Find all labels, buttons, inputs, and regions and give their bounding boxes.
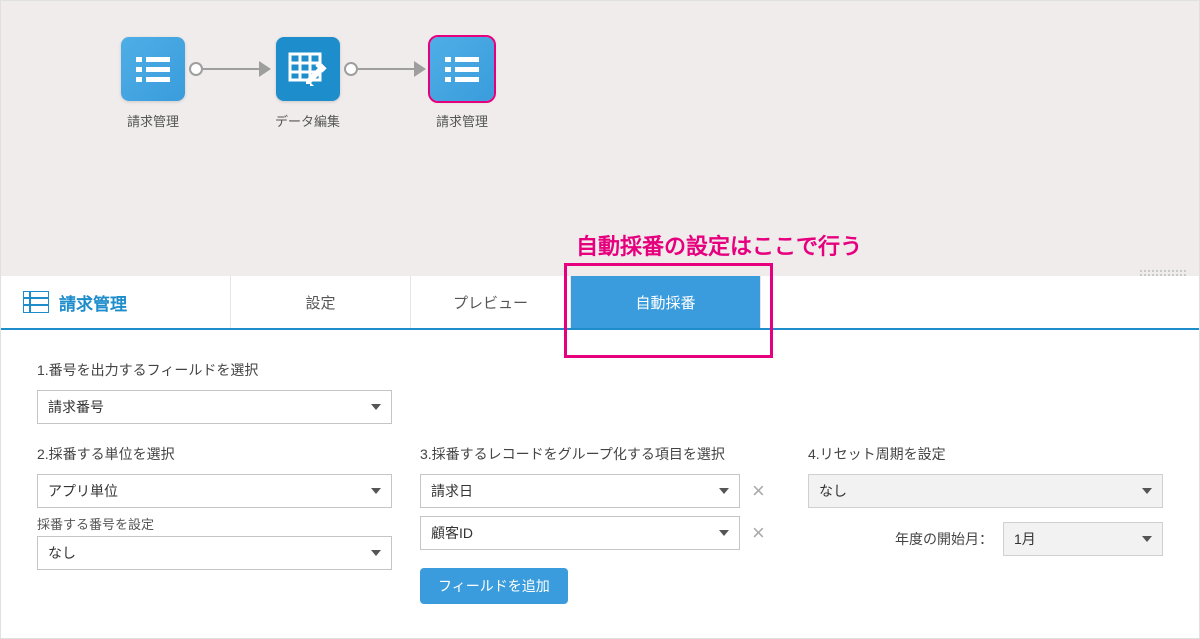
chevron-down-icon [371,550,381,556]
chevron-down-icon [719,488,729,494]
fiscal-year-start-select[interactable]: 1月 [1003,522,1163,556]
remove-field-button[interactable]: × [752,522,765,544]
flow-node-edit[interactable]: データ編集 [275,37,340,130]
flow-node-label: 請求管理 [127,111,179,130]
step4-label: 4.リセット周期を設定 [808,444,1163,464]
annotation-text: 自動採番の設定はここで行う [576,229,862,261]
output-field-select[interactable]: 請求番号 [37,390,392,424]
select-value: 顧客ID [431,523,473,543]
flow-canvas: 請求管理 [1,1,1199,276]
chevron-down-icon [1142,488,1152,494]
tab-label: 設定 [305,292,335,313]
select-value: 請求日 [431,481,473,501]
chevron-down-icon [719,530,729,536]
grouping-field-select[interactable]: 請求日 [420,474,740,508]
remove-field-button[interactable]: × [752,480,765,502]
chevron-down-icon [371,488,381,494]
select-value: 請求番号 [48,397,104,417]
tab-header: 請求管理 [1,276,231,328]
reset-cycle-select[interactable]: なし [808,474,1163,508]
button-label: フィールドを追加 [438,578,550,594]
flow-connector [340,37,430,101]
step1-label: 1.番号を出力するフィールドを選択 [37,360,1163,380]
select-value: なし [819,481,847,501]
tab-auto-number[interactable]: 自動採番 [571,276,761,328]
form-area: 1.番号を出力するフィールドを選択 請求番号 2.採番する単位を選択 アプリ単位… [1,330,1199,624]
flow-node-source[interactable]: 請求管理 [121,37,185,130]
tab-bar: 請求管理 設定 プレビュー 自動採番 [1,276,1199,330]
flow-node-destination[interactable]: 請求管理 [430,37,494,130]
list-icon [23,291,49,313]
fiscal-year-start-label: 年度の開始月： [895,529,993,549]
step3-label: 3.採番するレコードをグループ化する項目を選択 [420,444,780,464]
tab-preview[interactable]: プレビュー [411,276,571,328]
select-value: 1月 [1014,529,1036,549]
numbering-unit-select[interactable]: アプリ単位 [37,474,392,508]
chevron-down-icon [1142,536,1152,542]
number-format-select[interactable]: なし [37,536,392,570]
tab-label: 自動採番 [635,292,695,313]
chevron-down-icon [371,404,381,410]
page-title: 請求管理 [59,290,127,315]
flow-node-label: データ編集 [275,111,340,130]
step2-sub-label: 採番する番号を設定 [37,514,392,533]
grouping-field-select[interactable]: 顧客ID [420,516,740,550]
tab-label: プレビュー [453,292,528,313]
grouping-field-row: 請求日 × [420,474,780,508]
resize-handle-icon[interactable] [1139,269,1187,276]
flow-connector [185,37,275,101]
tab-settings[interactable]: 設定 [231,276,411,328]
select-value: なし [48,543,76,563]
step2-label: 2.採番する単位を選択 [37,444,392,464]
flow-node-label: 請求管理 [436,111,488,130]
grouping-field-row: 顧客ID × [420,516,780,550]
add-field-button[interactable]: フィールドを追加 [420,568,568,604]
select-value: アプリ単位 [48,481,118,501]
